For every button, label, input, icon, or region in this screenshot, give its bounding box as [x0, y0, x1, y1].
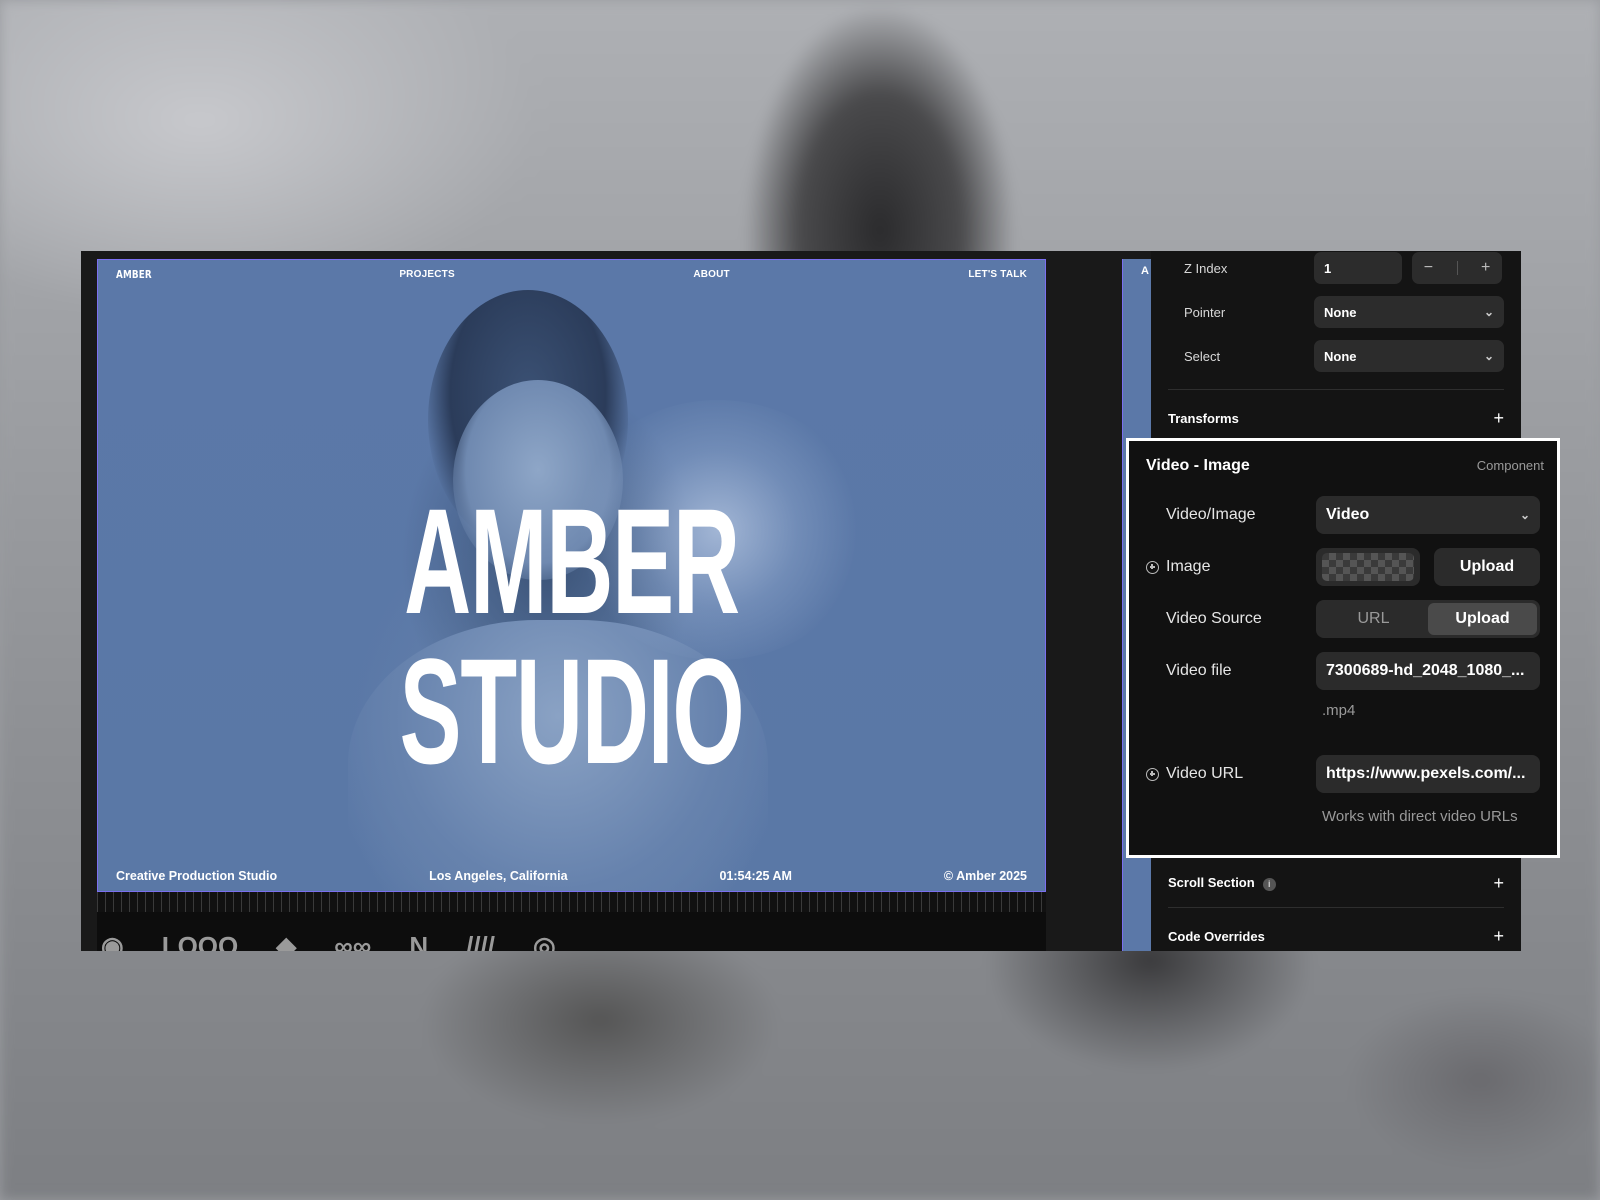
logo-strip: ◉ LOOO ◆ ∞∞ N //// ◎ — [97, 912, 1046, 951]
site-logo[interactable]: AMBER — [116, 268, 152, 281]
image-thumbnail[interactable] — [1316, 548, 1420, 586]
add-scroll-section-icon[interactable]: + — [1493, 873, 1504, 894]
code-overrides-label: Code Overrides — [1168, 928, 1265, 944]
hero-title: AMBER STUDIO — [399, 477, 745, 795]
logo-mark: ◎ — [533, 931, 556, 951]
logo-mark: N — [409, 931, 429, 951]
chevron-down-icon: ⌄ — [1483, 349, 1494, 363]
footer-time: 01:54:25 AM — [719, 869, 792, 883]
zindex-input[interactable]: 1 — [1314, 252, 1402, 284]
video-image-component-card: Video - Image Component Video/Image Vide… — [1126, 438, 1560, 858]
add-code-override-icon[interactable]: + — [1493, 926, 1504, 947]
chevron-down-icon: ⌄ — [1483, 305, 1494, 319]
nav-projects[interactable]: PROJECTS — [399, 269, 455, 280]
zindex-label: Z Index — [1184, 260, 1228, 276]
pointer-label: Pointer — [1184, 304, 1226, 320]
logo-mark: ◆ — [276, 931, 297, 951]
video-url-input[interactable]: https://www.pexels.com/... — [1316, 755, 1540, 793]
footer-tagline: Creative Production Studio — [116, 869, 278, 883]
canvas-ruler — [97, 892, 1046, 912]
video-source-toggle[interactable]: URL Upload — [1316, 600, 1540, 638]
transparency-checker — [1322, 553, 1414, 581]
zindex-row: Z Index 1 − + — [1184, 251, 1504, 285]
footer-location: Los Angeles, California — [429, 869, 568, 883]
add-circle-icon[interactable] — [1146, 560, 1159, 574]
video-file-row: Video file 7300689-hd_2048_1080_... — [1146, 651, 1544, 691]
logo-mark: LOOO — [161, 931, 239, 951]
video-source-label: Video Source — [1166, 610, 1262, 627]
video-file-extension: .mp4 — [1322, 702, 1356, 719]
video-file-field[interactable]: 7300689-hd_2048_1080_... — [1316, 652, 1540, 690]
video-url-row: Video URL https://www.pexels.com/... — [1146, 754, 1544, 794]
nav-about[interactable]: ABOUT — [693, 269, 730, 280]
divider — [1168, 389, 1504, 390]
code-overrides-section[interactable]: Code Overrides + — [1168, 921, 1504, 951]
select-row: Select None ⌄ — [1184, 339, 1504, 373]
video-file-label: Video file — [1166, 662, 1232, 679]
minus-icon[interactable]: − — [1424, 259, 1433, 277]
site-footer: Creative Production Studio Los Angeles, … — [98, 861, 1045, 891]
logo-mark: //// — [466, 931, 496, 951]
video-source-row: Video Source URL Upload — [1146, 599, 1544, 639]
logo-mark: ◉ — [101, 931, 124, 951]
card-header: Video - Image Component — [1146, 457, 1544, 475]
footer-copyright: © Amber 2025 — [943, 869, 1027, 883]
zindex-stepper[interactable]: − + — [1412, 252, 1502, 284]
select-label: Select — [1184, 348, 1221, 364]
add-circle-icon[interactable] — [1146, 767, 1159, 781]
scroll-section[interactable]: Scroll Section i + — [1168, 868, 1504, 898]
transforms-label: Transforms — [1168, 410, 1239, 426]
image-upload-button[interactable]: Upload — [1434, 548, 1540, 586]
video-image-select[interactable]: Video ⌄ — [1316, 496, 1540, 534]
card-subtitle: Component — [1476, 458, 1544, 473]
scroll-section-label: Scroll Section — [1168, 875, 1255, 891]
pointer-select[interactable]: None ⌄ — [1314, 296, 1504, 328]
add-transform-icon[interactable]: + — [1493, 408, 1504, 429]
site-nav: AMBER PROJECTS ABOUT LET'S TALK — [98, 260, 1045, 288]
info-icon[interactable]: i — [1262, 877, 1276, 891]
video-url-label: Video URL — [1146, 765, 1316, 783]
canvas-frame-hero[interactable]: AMBER PROJECTS ABOUT LET'S TALK AMBER ST… — [97, 259, 1046, 892]
card-title: Video - Image — [1146, 457, 1250, 474]
plus-icon[interactable]: + — [1481, 259, 1490, 277]
video-image-label: Video/Image — [1166, 506, 1256, 523]
pointer-row: Pointer None ⌄ — [1184, 295, 1504, 329]
divider — [1168, 907, 1504, 908]
select-select[interactable]: None ⌄ — [1314, 340, 1504, 372]
nav-lets-talk[interactable]: LET'S TALK — [968, 269, 1027, 280]
video-image-row: Video/Image Video ⌄ — [1146, 495, 1544, 535]
video-source-url-option[interactable]: URL — [1319, 603, 1428, 635]
video-source-upload-option[interactable]: Upload — [1428, 603, 1537, 635]
logo-mark: ∞∞ — [334, 931, 372, 951]
video-url-hint: Works with direct video URLs — [1322, 808, 1518, 825]
image-row: Image Upload — [1146, 547, 1544, 587]
chevron-down-icon: ⌄ — [1519, 508, 1530, 522]
secondary-frame-label: A — [1141, 265, 1149, 277]
transforms-section[interactable]: Transforms + — [1168, 403, 1504, 433]
image-label: Image — [1146, 558, 1316, 576]
